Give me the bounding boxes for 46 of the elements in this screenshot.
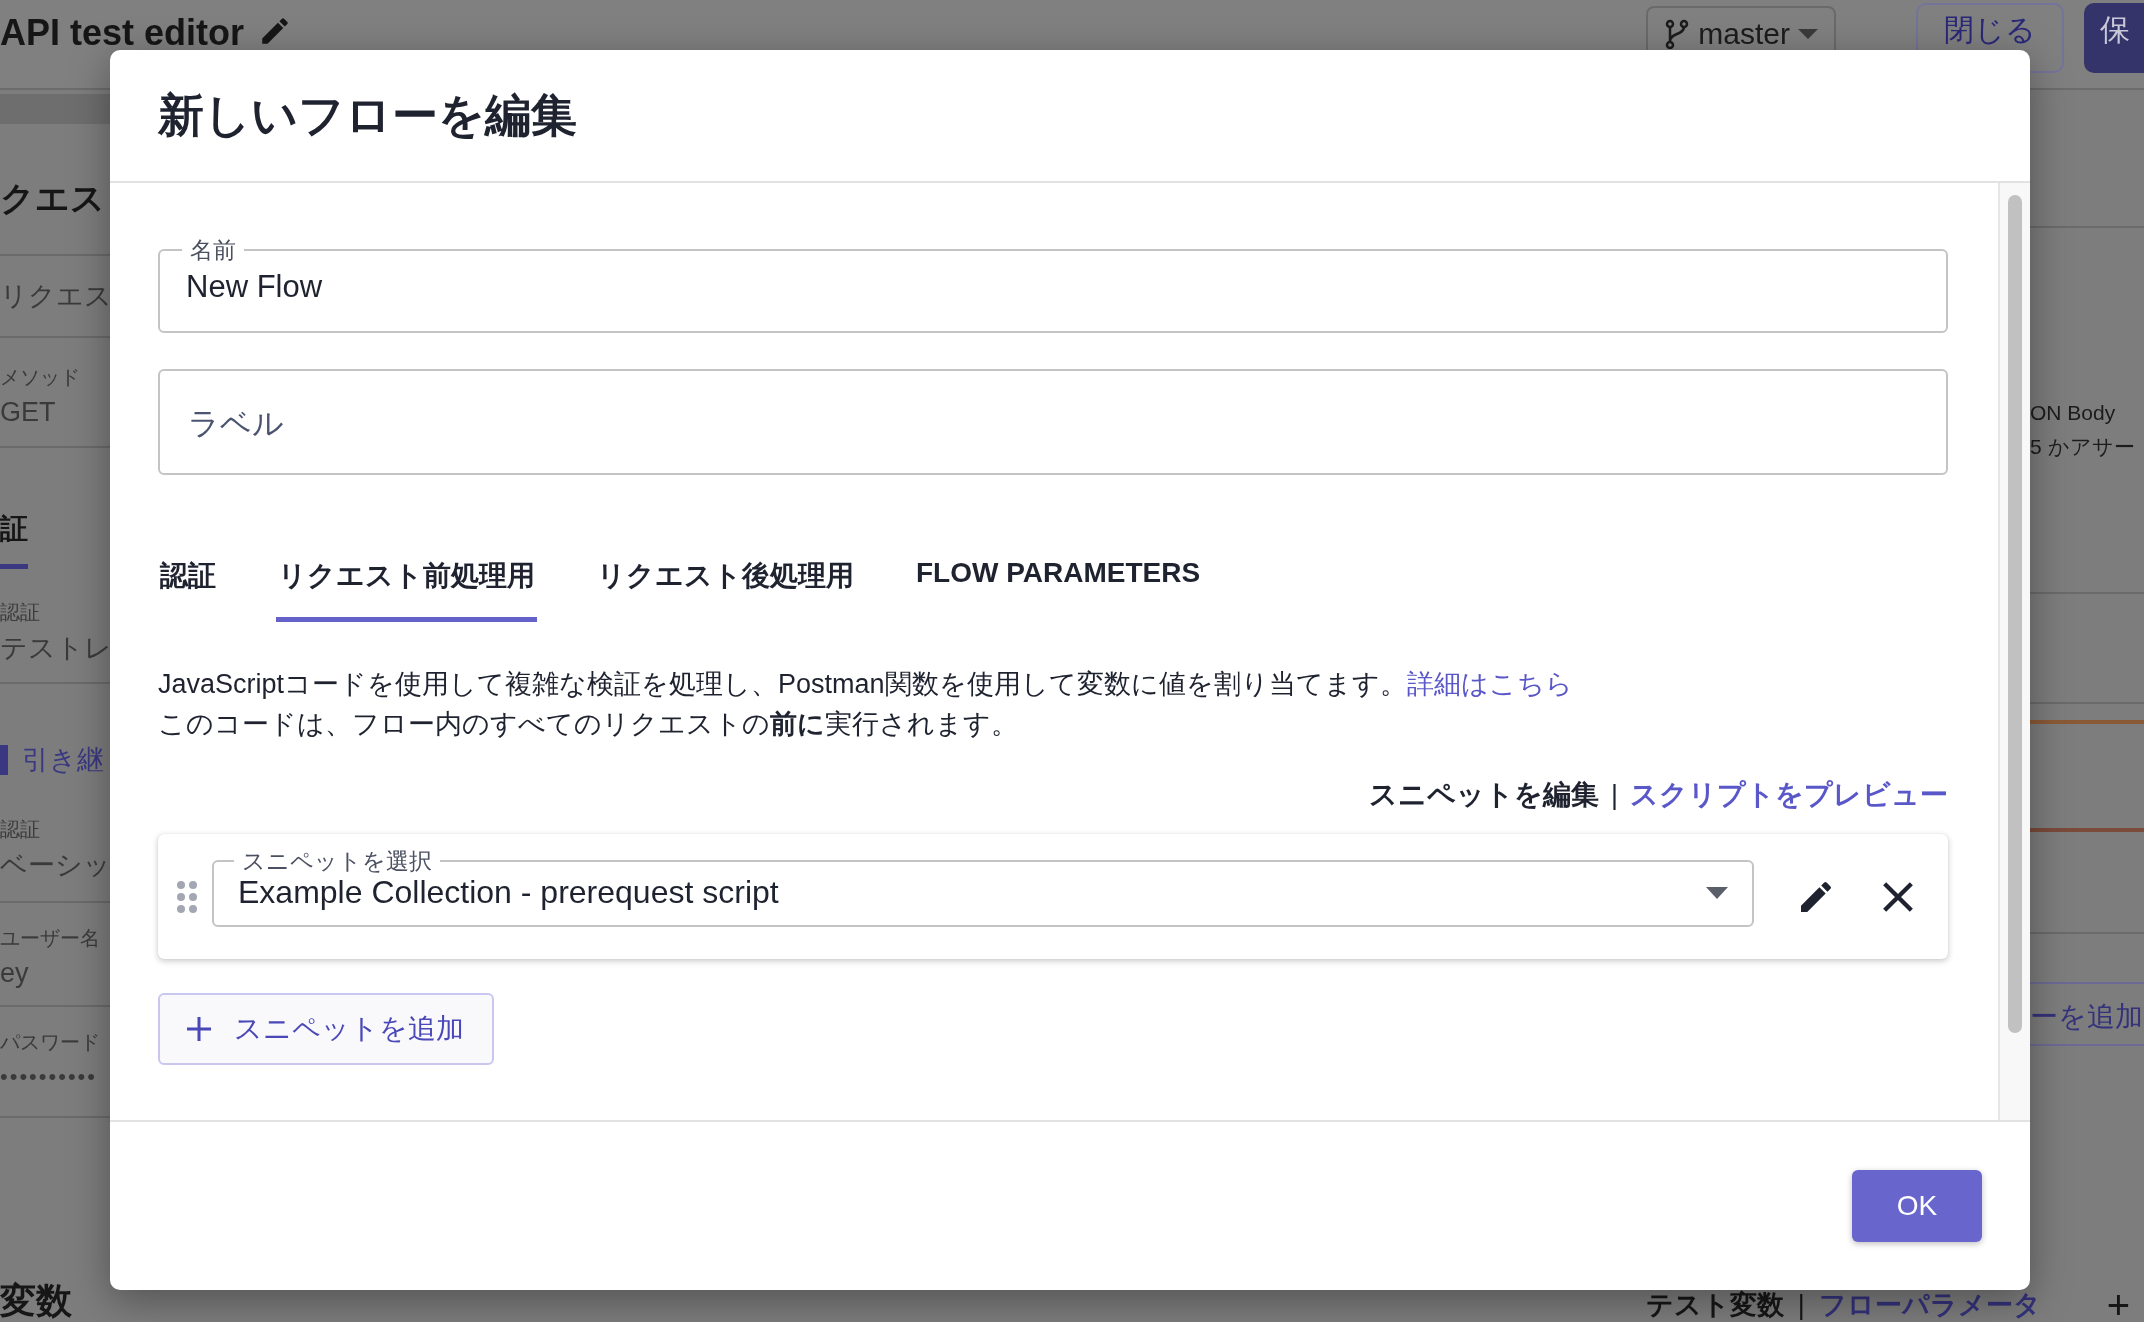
- field-label: ユーザー名: [0, 926, 101, 951]
- field-label: 名前: [189, 237, 237, 263]
- section-heading: 変数: [0, 1280, 73, 1322]
- drag-handle-icon[interactable]: [176, 879, 198, 914]
- ok-button[interactable]: OK: [1852, 1170, 1982, 1242]
- separator: |: [1611, 779, 1618, 811]
- snippet-action-link[interactable]: スニペットを編集: [1369, 776, 1599, 814]
- password-value: ••••••••••: [0, 1064, 99, 1090]
- field-label: 認証: [0, 817, 41, 842]
- field-label: パスワード: [0, 1030, 101, 1055]
- branch-icon: [1664, 19, 1691, 49]
- scrollbar[interactable]: [1998, 183, 2030, 1120]
- description-text: ON Body: [2030, 400, 2117, 426]
- tab[interactable]: リクエスト前処理用: [276, 549, 537, 622]
- tab[interactable]: リクエスト後処理用: [595, 549, 856, 622]
- auth-value: テストレ: [0, 632, 112, 665]
- learn-more-link[interactable]: 詳細はこちら: [1406, 669, 1573, 699]
- field-label: 認証: [0, 600, 41, 625]
- bar-icon: [0, 745, 8, 775]
- field-label: メソッド: [0, 365, 81, 390]
- username-value: ey: [0, 958, 30, 989]
- caret-icon: [1706, 886, 1728, 899]
- snippet-action-link[interactable]: スクリプトをプレビュー: [1630, 776, 1948, 814]
- label-field[interactable]: ラベル: [158, 369, 1948, 475]
- add-symbol[interactable]: +: [2106, 1290, 2130, 1320]
- plus-icon: [186, 1016, 212, 1042]
- section-heading: クエス: [0, 178, 106, 219]
- method-value: GET: [0, 397, 57, 428]
- description-text: JavaScriptコードを使用して複雑な検証を処理し、Postman関数を使用して変数に値を割り当てます。詳細はこちら: [158, 668, 1574, 701]
- field-label: スニペットを選択: [241, 848, 433, 874]
- tab[interactable]: FLOW PARAMETERS: [914, 549, 1203, 622]
- view-link[interactable]: テスト変数: [1645, 1290, 1784, 1320]
- save-button[interactable]: 保: [2084, 3, 2144, 73]
- auth-type: ベーシッ: [0, 849, 112, 882]
- note-text: このコードは、フロー内のすべてのリクエストの前に実行されます。: [158, 708, 1019, 741]
- name-field[interactable]: 名前 New Flow: [158, 237, 1948, 333]
- tab[interactable]: 証: [0, 510, 28, 569]
- add-snippet-button[interactable]: スニペットを追加: [158, 993, 494, 1065]
- snippet-dropdown[interactable]: スニペットを選択 Example Collection - prerequest script: [212, 848, 1754, 927]
- separator: |: [1797, 1289, 1805, 1321]
- tab[interactable]: 認証: [158, 549, 218, 622]
- description-text: 5 かアサー: [2030, 434, 2136, 460]
- app-title: API test editor: [0, 12, 245, 54]
- caret-icon: [1798, 29, 1818, 39]
- request-name: リクエス: [0, 280, 112, 313]
- dialog-title: 新しいフローを編集: [158, 87, 577, 143]
